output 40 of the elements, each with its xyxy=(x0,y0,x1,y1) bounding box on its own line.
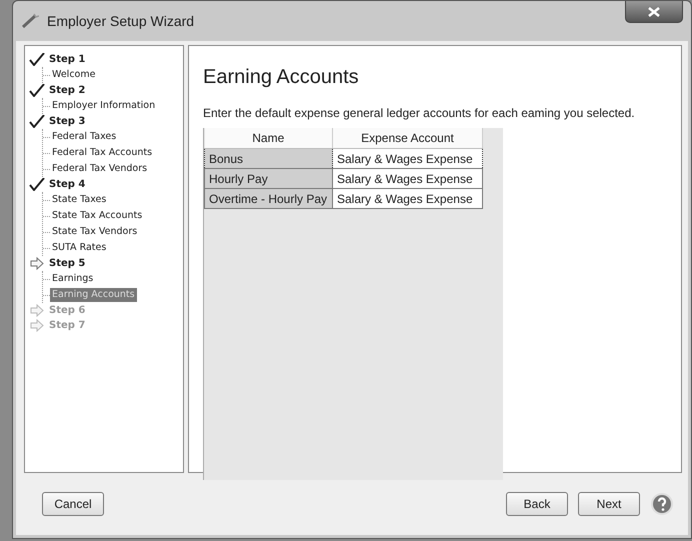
step-label[interactable]: Step 2 xyxy=(49,83,86,98)
tree-item[interactable]: State Tax Vendors xyxy=(50,224,140,240)
column-header[interactable]: Name xyxy=(204,128,332,148)
check-icon xyxy=(29,84,45,97)
check-icon xyxy=(29,178,45,191)
arrow-icon xyxy=(29,257,45,270)
window-title: Employer Setup Wizard xyxy=(47,12,194,31)
wizard-button[interactable]: Cancel xyxy=(42,492,104,516)
table-cell[interactable]: Salary & Wages Expense xyxy=(332,168,482,188)
table-cell[interactable]: Salary & Wages Expense xyxy=(332,188,482,208)
close-button[interactable] xyxy=(625,1,683,23)
page-title: Earning Accounts xyxy=(203,65,360,90)
wizard-button[interactable]: Next xyxy=(578,492,640,516)
tree-item[interactable]: Federal Tax Vendors xyxy=(50,162,150,176)
tree-item[interactable]: Earnings xyxy=(50,272,96,286)
step-label[interactable]: Step 1 xyxy=(49,52,86,67)
step-label[interactable]: Step 5 xyxy=(49,256,86,271)
arrow-icon xyxy=(29,319,45,332)
tree-item[interactable]: Federal Taxes xyxy=(50,130,118,144)
check-icon xyxy=(29,115,45,128)
arrow-icon xyxy=(29,304,45,317)
table-cell[interactable]: Overtime - Hourly Pay xyxy=(204,188,332,208)
instructions-text: Enter the default expense general ledger accounts for each eaming you selected. xyxy=(203,105,636,122)
table-cell[interactable]: Bonus xyxy=(204,148,332,168)
column-header[interactable]: Expense Account xyxy=(332,128,482,148)
tree-item[interactable]: Employer Information xyxy=(50,98,158,114)
table-cell[interactable]: Hourly Pay xyxy=(204,168,332,188)
help-icon[interactable] xyxy=(650,492,674,516)
tree-item[interactable]: SUTA Rates xyxy=(50,240,108,256)
tree-item[interactable]: State Taxes xyxy=(50,192,108,208)
step-label[interactable]: Step 3 xyxy=(49,114,86,129)
tree-item[interactable]: State Tax Accounts xyxy=(50,208,144,224)
wizard-button[interactable]: Back xyxy=(506,492,568,516)
tree-item[interactable]: Federal Tax Accounts xyxy=(50,146,154,160)
step-label[interactable]: Step 4 xyxy=(49,177,86,192)
wand-icon xyxy=(21,13,39,29)
tree-item[interactable]: Welcome xyxy=(50,68,98,82)
check-icon xyxy=(29,53,45,66)
close-icon xyxy=(648,6,660,16)
table-cell[interactable]: Salary & Wages Expense xyxy=(332,148,482,168)
